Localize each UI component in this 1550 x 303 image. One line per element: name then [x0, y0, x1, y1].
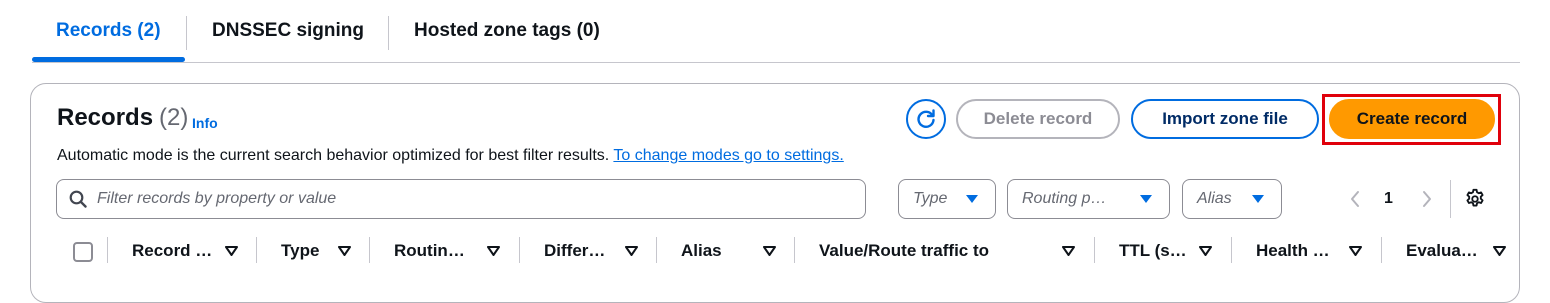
- type-filter-select[interactable]: Type: [898, 179, 996, 219]
- column-header-type[interactable]: Type: [281, 241, 319, 263]
- tab-divider: [186, 16, 187, 50]
- caret-down-icon: [1252, 195, 1264, 203]
- highlight-annotation: [1322, 94, 1501, 145]
- tab-divider: [388, 16, 389, 50]
- description-text: Automatic mode is the current search beh…: [57, 147, 610, 164]
- column-divider: [794, 237, 795, 263]
- caret-down-icon: [966, 195, 978, 203]
- column-header-value-route-traffic-to[interactable]: Value/Route traffic to: [819, 241, 989, 263]
- current-page-number[interactable]: 1: [1384, 190, 1393, 208]
- pagination-divider: [1450, 180, 1451, 218]
- routing-filter-label: Routing p…: [1022, 190, 1107, 207]
- active-tab-indicator: [32, 57, 185, 62]
- import-zone-file-button[interactable]: Import zone file: [1131, 99, 1319, 139]
- sort-caret-icon[interactable]: [625, 246, 638, 256]
- column-divider: [656, 237, 657, 263]
- record-count: (2): [159, 104, 189, 131]
- refresh-icon: [917, 109, 935, 128]
- alias-filter-label: Alias: [1197, 190, 1232, 207]
- info-link[interactable]: Info: [192, 115, 218, 131]
- type-filter-label: Type: [913, 190, 948, 207]
- tab-hosted-zone-tags[interactable]: Hosted zone tags (0): [414, 20, 600, 42]
- search-input[interactable]: Filter records by property or value: [56, 179, 866, 219]
- select-all-checkbox[interactable]: [73, 242, 93, 262]
- column-header-ttl[interactable]: TTL (s…: [1119, 241, 1187, 263]
- previous-page-icon[interactable]: [1349, 190, 1361, 208]
- column-header-evaluate-target-health[interactable]: Evalua…: [1406, 241, 1478, 263]
- sort-caret-icon[interactable]: [1199, 246, 1212, 256]
- column-divider: [1231, 237, 1232, 263]
- column-header-health-check[interactable]: Health …: [1256, 241, 1330, 263]
- sort-caret-icon[interactable]: [225, 246, 238, 256]
- sort-caret-icon[interactable]: [338, 246, 351, 256]
- column-header-routing-policy[interactable]: Routin…: [394, 241, 465, 263]
- column-divider: [107, 237, 108, 263]
- sort-caret-icon[interactable]: [763, 246, 776, 256]
- search-placeholder: Filter records by property or value: [97, 190, 337, 207]
- panel-title-text: Records: [57, 104, 154, 131]
- gear-icon[interactable]: [1464, 188, 1486, 210]
- search-mode-description: Automatic mode is the current search beh…: [57, 147, 844, 165]
- column-divider: [256, 237, 257, 263]
- delete-record-button[interactable]: Delete record: [956, 99, 1120, 139]
- panel-title: Records (2): [57, 104, 188, 132]
- settings-link[interactable]: To change modes go to settings.: [613, 147, 843, 164]
- routing-policy-filter-select[interactable]: Routing p…: [1007, 179, 1170, 219]
- alias-filter-select[interactable]: Alias: [1182, 179, 1282, 219]
- sort-caret-icon[interactable]: [1349, 246, 1362, 256]
- tab-dnssec-signing[interactable]: DNSSEC signing: [212, 20, 364, 42]
- column-divider: [1094, 237, 1095, 263]
- caret-down-icon: [1140, 195, 1152, 203]
- column-divider: [1381, 237, 1382, 263]
- column-divider: [519, 237, 520, 263]
- column-header-differentiator[interactable]: Differ…: [544, 241, 605, 263]
- search-icon: [69, 190, 87, 208]
- sort-caret-icon[interactable]: [1062, 246, 1075, 256]
- records-panel: Records (2) Info Automatic mode is the cu…: [30, 83, 1520, 303]
- sort-caret-icon[interactable]: [487, 246, 500, 256]
- sort-caret-icon[interactable]: [1493, 246, 1506, 256]
- column-header-record-name[interactable]: Record …: [132, 241, 212, 263]
- refresh-button[interactable]: [906, 99, 946, 139]
- column-divider: [369, 237, 370, 263]
- next-page-icon[interactable]: [1421, 190, 1433, 208]
- tab-records[interactable]: Records (2): [56, 20, 161, 42]
- column-header-alias[interactable]: Alias: [681, 241, 722, 263]
- tab-bar: Records (2) DNSSEC signing Hosted zone t…: [32, 0, 1520, 63]
